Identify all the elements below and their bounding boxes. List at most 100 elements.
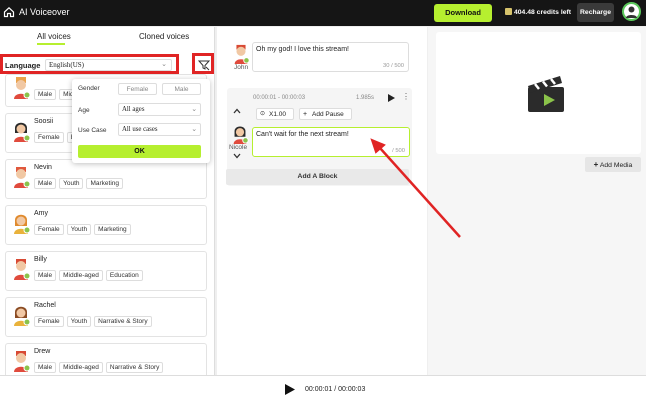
media-preview	[436, 32, 641, 154]
tab-all-voices[interactable]: All voices	[37, 32, 71, 41]
block-text-input[interactable]: Can't wait for the next stream! / 500	[252, 127, 410, 157]
active-tab-indicator	[37, 43, 65, 45]
language-dropdown[interactable]: English(US) ⌄	[45, 59, 172, 71]
block-text-input[interactable]: Oh my god! I love this stream! 30 / 500	[252, 42, 409, 72]
voice-tag: Marketing	[86, 178, 124, 189]
voice-avatar	[14, 259, 30, 280]
language-selector: Language English(US) ⌄	[0, 54, 179, 74]
voice-tag: Male	[34, 270, 57, 281]
add-pause-label: Add Pause	[312, 111, 344, 118]
voice-tags: Female Youth Narrative & Story	[34, 316, 155, 327]
voice-card[interactable]: Billy Male Middle-aged Education	[5, 251, 207, 291]
char-count: / 500	[392, 148, 405, 154]
add-pause-button[interactable]: + Add Pause	[299, 108, 352, 120]
more-icon[interactable]: ⋮	[402, 92, 410, 101]
home-icon[interactable]	[3, 6, 15, 18]
media-panel: + Add Media	[428, 27, 646, 375]
download-button[interactable]: Download	[434, 4, 492, 22]
voice-tags: Female Youth Marketing	[34, 224, 134, 235]
gender-male-button[interactable]: Male	[162, 83, 201, 95]
speaker-name: John	[234, 64, 249, 71]
speaker-avatar[interactable]	[231, 44, 251, 64]
voice-name: Drew	[34, 348, 51, 355]
voice-tag: Female	[34, 224, 64, 235]
block-time-range: 00:00:01 - 00:00:03	[253, 95, 306, 101]
chevron-down-icon[interactable]	[233, 153, 241, 159]
voice-tag: Male	[34, 178, 57, 189]
speaker-avatar[interactable]	[230, 124, 250, 144]
player-bar: 00:00:01 / 00:00:03	[0, 375, 646, 400]
speed-icon: ⊙	[260, 111, 266, 117]
voice-card[interactable]: Nevin Male Youth Marketing	[5, 159, 207, 199]
play-icon[interactable]	[285, 384, 295, 395]
speed-button[interactable]: ⊙ X1.00	[256, 108, 294, 120]
gender-label: Gender	[78, 85, 100, 92]
voice-card[interactable]: Amy Female Youth Marketing	[5, 205, 207, 245]
voice-tag: Youth	[59, 178, 84, 189]
filter-popover: Gender Female Male Age All ages ⌄ Use Ca…	[72, 79, 210, 163]
voice-tags: Male Middle-aged Narrative & Story	[34, 362, 166, 373]
usecase-dropdown[interactable]: All use cases ⌄	[118, 123, 201, 136]
credits-icon	[505, 8, 512, 15]
clapperboard-icon	[528, 76, 564, 112]
chevron-down-icon: ⌄	[161, 60, 167, 68]
language-value: English(US)	[49, 61, 84, 69]
voice-tag: Female	[34, 132, 64, 143]
app-title: AI Voiceover	[19, 7, 70, 17]
voice-tag: Youth	[66, 224, 92, 235]
usecase-label: Use Case	[78, 127, 107, 134]
speaker-name: Nicole	[229, 144, 248, 151]
age-value: All ages	[122, 106, 145, 113]
voice-card[interactable]: Rachel Female Youth Narrative & Story	[5, 297, 207, 337]
user-avatar[interactable]	[622, 2, 641, 21]
play-icon[interactable]	[388, 94, 395, 102]
add-block-button[interactable]: Add A Block	[226, 169, 409, 185]
voice-tag: Narrative & Story	[105, 362, 164, 373]
credits-text: 404.48 credits left	[514, 9, 572, 16]
voice-name: Soosii	[34, 118, 54, 125]
voice-tag: Female	[34, 316, 64, 327]
text-block: John Oh my god! I love this stream! 30 /…	[227, 42, 412, 74]
chevron-up-icon[interactable]	[233, 108, 241, 114]
voice-tag: Education	[105, 270, 143, 281]
voice-tag: Middle-aged	[59, 270, 103, 281]
playback-time: 00:00:01 / 00:00:03	[305, 386, 366, 393]
filter-button[interactable]	[192, 53, 214, 74]
voice-name: Amy	[34, 210, 48, 217]
voice-avatar	[14, 351, 30, 372]
voice-tag: Male	[34, 362, 57, 373]
voice-card[interactable]: Drew Male Middle-aged Narrative & Story	[5, 343, 207, 375]
voice-avatar	[14, 167, 30, 188]
plus-icon: +	[303, 111, 308, 118]
age-dropdown[interactable]: All ages ⌄	[118, 103, 201, 116]
voice-tags: Male Youth Marketing	[34, 178, 126, 189]
top-bar: AI Voiceover Download 404.48 credits lef…	[0, 0, 646, 26]
voice-name: Nevin	[34, 164, 52, 171]
voice-avatar	[14, 77, 30, 99]
chevron-down-icon: ⌄	[191, 126, 197, 133]
add-media-button[interactable]: + Add Media	[585, 157, 641, 172]
voice-tag: Middle-aged	[59, 362, 103, 373]
plus-icon: +	[593, 160, 599, 169]
filter-icon	[198, 60, 210, 71]
char-count: 30 / 500	[383, 63, 404, 69]
usecase-value: All use cases	[122, 126, 158, 133]
speed-value: X1.00	[269, 111, 286, 118]
voice-tag: Youth	[66, 316, 92, 327]
add-media-label: Add Media	[599, 162, 633, 169]
voice-tag: Narrative & Story	[94, 316, 152, 327]
voice-tags: Male Middle-aged Education	[34, 270, 146, 281]
voice-avatar	[14, 214, 30, 234]
voice-name: Rachel	[34, 302, 56, 309]
voice-tag: Male	[34, 89, 57, 100]
recharge-button[interactable]: Recharge	[577, 3, 614, 22]
tab-cloned-voices[interactable]: Cloned voices	[139, 32, 189, 41]
block-duration: 1.985s	[356, 95, 375, 101]
chevron-down-icon: ⌄	[191, 106, 197, 113]
ok-button[interactable]: OK	[78, 145, 201, 158]
user-icon	[626, 6, 637, 18]
age-label: Age	[78, 107, 90, 114]
voice-name: Billy	[34, 256, 47, 263]
gender-female-button[interactable]: Female	[118, 83, 157, 95]
voice-avatar	[14, 122, 30, 142]
